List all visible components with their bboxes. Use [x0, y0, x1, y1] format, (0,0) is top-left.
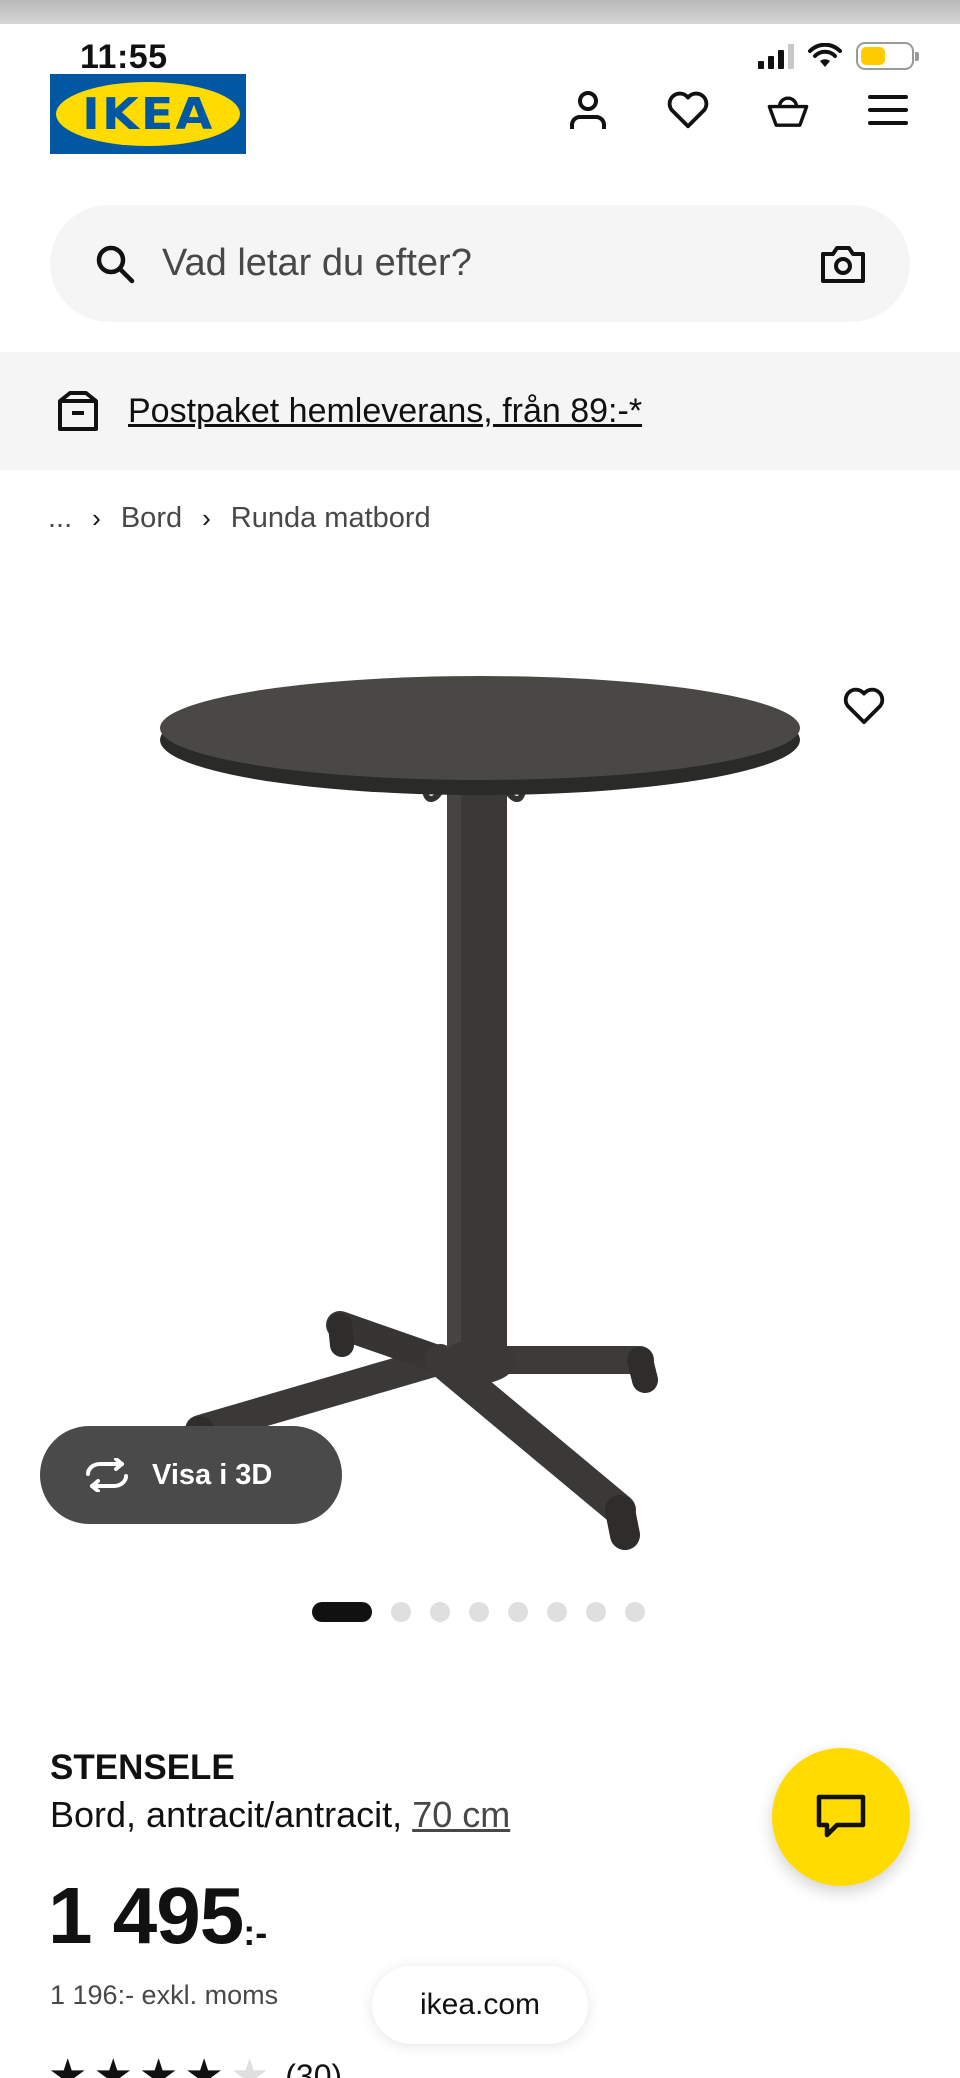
gallery-dot[interactable]: [469, 1602, 489, 1622]
star-empty-icon: ★: [229, 2051, 270, 2078]
product-description-text: Bord, antracit/antracit,: [50, 1794, 403, 1835]
star-filled-icon: ★: [184, 2051, 224, 2078]
gallery-dot[interactable]: [586, 1602, 606, 1622]
product-description: Bord, antracit/antracit, 70 cm: [50, 1794, 510, 1836]
star-filled-icon: ★: [48, 2051, 88, 2078]
product-name: STENSELE: [50, 1748, 235, 1787]
status-icons: [758, 42, 919, 70]
status-time: 11:55: [80, 38, 168, 76]
signal-icon: [758, 43, 794, 69]
ikea-logo[interactable]: IKEA: [50, 74, 246, 154]
gallery-dot[interactable]: [508, 1602, 528, 1622]
basket-icon[interactable]: [766, 88, 810, 132]
rotate-3d-icon: [86, 1458, 128, 1492]
add-to-favorites-button[interactable]: [816, 658, 912, 754]
delivery-banner: Postpaket hemleverans, från 89:-*: [0, 352, 960, 470]
camera-icon[interactable]: [820, 244, 866, 284]
search-bar[interactable]: Vad letar du efter?: [50, 205, 910, 322]
view-in-3d-button[interactable]: Visa i 3D: [40, 1426, 342, 1524]
heart-icon[interactable]: [666, 88, 710, 132]
star-filled-icon: ★: [138, 2051, 179, 2078]
chat-button[interactable]: [772, 1748, 910, 1886]
battery-icon: [856, 42, 919, 70]
delivery-link[interactable]: Postpaket hemleverans, från 89:-*: [128, 392, 642, 431]
breadcrumb-item-bord[interactable]: Bord: [121, 502, 182, 535]
product-price: 1 495 :-: [48, 1876, 267, 1956]
breadcrumb: ... › Bord › Runda matbord: [48, 502, 431, 535]
browser-url-bar[interactable]: ikea.com: [372, 1966, 588, 2044]
product-image[interactable]: [60, 600, 900, 1570]
logo-text: IKEA: [81, 88, 215, 140]
browser-top-edge: [0, 0, 960, 24]
header-icons: [566, 88, 910, 132]
search-input[interactable]: Vad letar du efter?: [162, 242, 820, 285]
gallery-dot[interactable]: [625, 1602, 645, 1622]
gallery-dot[interactable]: [312, 1602, 372, 1622]
gallery-dot[interactable]: [391, 1602, 411, 1622]
search-icon: [96, 245, 135, 283]
gallery-dot[interactable]: [547, 1602, 567, 1622]
gallery-pagination: [312, 1602, 645, 1622]
chat-icon: [816, 1794, 866, 1838]
size-link[interactable]: 70 cm: [412, 1794, 510, 1835]
heart-icon: [843, 687, 885, 725]
breadcrumb-item-round-tables[interactable]: Runda matbord: [231, 502, 431, 535]
price-suffix: :-: [243, 1912, 268, 1953]
review-count[interactable]: (30): [285, 2058, 342, 2078]
delivery-box-icon: [58, 391, 98, 431]
gallery-dot[interactable]: [430, 1602, 450, 1622]
wifi-icon: [808, 43, 842, 67]
user-icon[interactable]: [566, 88, 610, 132]
menu-icon[interactable]: [866, 88, 910, 132]
star-filled-icon: ★: [93, 2051, 133, 2078]
rating[interactable]: ★ ★ ★ ★ ★ (30): [48, 2054, 342, 2078]
breadcrumb-ellipsis[interactable]: ...: [48, 502, 72, 535]
view-in-3d-label: Visa i 3D: [152, 1458, 273, 1491]
price-excl-vat: 1 196:- exkl. moms: [50, 1980, 279, 2010]
chevron-right-icon: ›: [202, 503, 211, 533]
price-amount: 1 495: [48, 1871, 244, 1960]
chevron-right-icon: ›: [92, 503, 101, 533]
